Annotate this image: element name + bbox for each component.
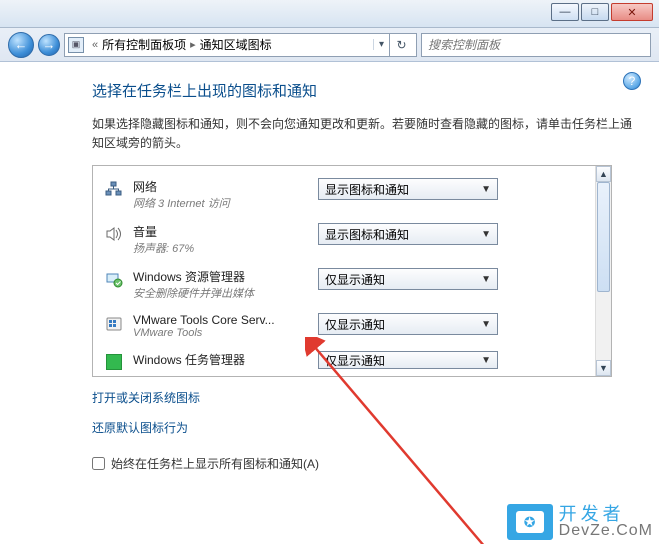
link-restore-defaults[interactable]: 还原默认图标行为 — [92, 419, 188, 436]
vmware-icon — [103, 313, 125, 335]
list-item: Windows 任务管理器 仅显示通知 ▼ — [99, 345, 589, 373]
scrollbar[interactable]: ▲ ▼ — [595, 166, 611, 376]
behavior-dropdown[interactable]: 仅显示通知 ▼ — [318, 351, 498, 369]
link-toggle-system-icons[interactable]: 打开或关闭系统图标 — [92, 389, 200, 406]
list-item: VMware Tools Core Serv... VMware Tools 仅… — [99, 307, 589, 345]
chevron-down-icon: ▼ — [481, 319, 491, 330]
list-item: Windows 资源管理器 安全删除硬件并弹出媒体 仅显示通知 ▼ — [99, 262, 589, 307]
search-box[interactable] — [421, 33, 651, 57]
scroll-up-button[interactable]: ▲ — [596, 166, 611, 182]
page-description: 如果选择隐藏图标和通知，则不会向您通知更改和更新。若要随时查看隐藏的图标，请单击… — [92, 115, 632, 153]
always-show-all-checkbox[interactable] — [92, 457, 105, 470]
chevron-down-icon: ▼ — [481, 229, 491, 240]
dropdown-value: 显示图标和通知 — [325, 226, 409, 243]
chevron-down-icon: ▼ — [481, 355, 491, 366]
watermark-glyph: ✪ — [516, 511, 544, 533]
content-area: ? 选择在任务栏上出现的图标和通知 如果选择隐藏图标和通知，则不会向您通知更改和… — [0, 62, 659, 544]
item-title: VMware Tools Core Serv... — [133, 313, 318, 327]
breadcrumb-overflow[interactable]: « — [88, 39, 102, 51]
item-subtitle: VMware Tools — [133, 327, 318, 339]
nav-forward-button[interactable]: → — [38, 34, 60, 56]
dropdown-value: 仅显示通知 — [325, 316, 385, 333]
checkbox-label: 始终在任务栏上显示所有图标和通知(A) — [111, 455, 319, 472]
navigation-row: ← → ▣ « 所有控制面板项 ▸ 通知区域图标 ▾ ↻ — [0, 28, 659, 62]
behavior-dropdown[interactable]: 仅显示通知 ▼ — [318, 268, 498, 290]
dropdown-value: 仅显示通知 — [325, 271, 385, 288]
control-panel-icon: ▣ — [68, 37, 84, 53]
window-titlebar: — □ ✕ — [0, 0, 659, 28]
item-title: 网络 — [133, 178, 318, 195]
maximize-button[interactable]: □ — [581, 3, 609, 21]
chevron-down-icon: ▼ — [481, 184, 491, 195]
help-icon[interactable]: ? — [623, 72, 641, 90]
refresh-button[interactable]: ↻ — [389, 33, 413, 57]
breadcrumb-separator: ▸ — [186, 38, 200, 51]
chevron-down-icon: ▼ — [481, 274, 491, 285]
behavior-dropdown[interactable]: 显示图标和通知 ▼ — [318, 223, 498, 245]
search-input[interactable] — [428, 38, 644, 52]
volume-icon — [103, 223, 125, 245]
notification-icons-list: 网络 网络 3 Internet 访问 显示图标和通知 ▼ 音量 扬声器: 67… — [92, 165, 612, 377]
item-subtitle: 扬声器: 67% — [133, 240, 318, 256]
network-icon — [103, 178, 125, 200]
always-show-all-checkbox-row[interactable]: 始终在任务栏上显示所有图标和通知(A) — [92, 455, 637, 472]
scroll-down-button[interactable]: ▼ — [596, 360, 611, 376]
address-history-dropdown[interactable]: ▾ — [373, 39, 389, 50]
breadcrumb-all-items[interactable]: 所有控制面板项 — [102, 36, 186, 53]
list-item: 音量 扬声器: 67% 显示图标和通知 ▼ — [99, 217, 589, 262]
breadcrumb-notification-area[interactable]: 通知区域图标 — [200, 36, 272, 53]
nav-back-button[interactable]: ← — [8, 32, 34, 58]
item-title: 音量 — [133, 223, 318, 240]
item-title: Windows 任务管理器 — [133, 351, 318, 368]
watermark-badge: ✪ — [507, 504, 553, 540]
scroll-track[interactable] — [596, 182, 611, 360]
item-subtitle: 网络 3 Internet 访问 — [133, 195, 318, 211]
close-button[interactable]: ✕ — [611, 3, 653, 21]
minimize-button[interactable]: — — [551, 3, 579, 21]
watermark: ✪ 开发者 DevZe.CoM — [507, 504, 653, 540]
watermark-cn: 开发者 — [559, 505, 653, 523]
behavior-dropdown[interactable]: 显示图标和通知 ▼ — [318, 178, 498, 200]
dropdown-value: 仅显示通知 — [325, 352, 385, 369]
list-item: 网络 网络 3 Internet 访问 显示图标和通知 ▼ — [99, 172, 589, 217]
taskmgr-icon — [103, 351, 125, 373]
page-title: 选择在任务栏上出现的图标和通知 — [92, 80, 637, 101]
explorer-icon — [103, 268, 125, 290]
watermark-en: DevZe.CoM — [559, 523, 653, 539]
behavior-dropdown[interactable]: 仅显示通知 ▼ — [318, 313, 498, 335]
dropdown-value: 显示图标和通知 — [325, 181, 409, 198]
scroll-thumb[interactable] — [597, 182, 610, 292]
address-bar[interactable]: ▣ « 所有控制面板项 ▸ 通知区域图标 ▾ ↻ — [64, 33, 417, 57]
item-subtitle: 安全删除硬件并弹出媒体 — [133, 285, 318, 301]
item-title: Windows 资源管理器 — [133, 268, 318, 285]
